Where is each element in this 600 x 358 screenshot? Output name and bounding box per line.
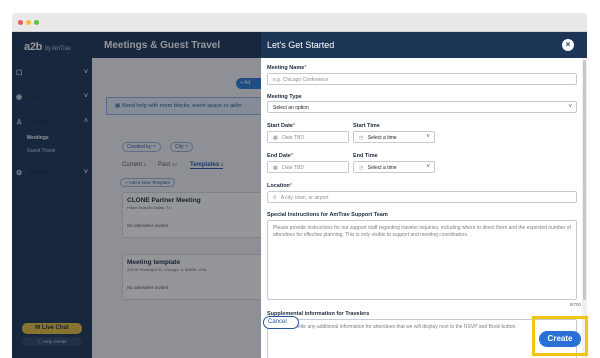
close-window-dot[interactable]: [18, 20, 23, 25]
calendar-icon: ▦: [273, 165, 278, 171]
panel-scroll-thumb[interactable]: [583, 60, 586, 300]
meeting-name-label: Meeting Name*: [267, 65, 307, 71]
clock-icon: ◷: [359, 135, 364, 141]
meeting-name-input[interactable]: e.g. Chicago Conference: [267, 73, 577, 85]
chevron-down-icon: ˅: [426, 134, 430, 140]
cancel-button[interactable]: Cancel: [263, 316, 299, 329]
start-date-label: Start Date*: [267, 123, 296, 129]
location-label: Location*: [267, 183, 293, 189]
start-time-select[interactable]: ◷ Select a time ˅: [353, 131, 435, 143]
calendar-icon: ▦: [273, 135, 278, 141]
meeting-type-label: Meeting Type: [267, 94, 302, 100]
special-instructions-textarea[interactable]: Please provide instructions for our supp…: [267, 220, 577, 300]
modal-backdrop[interactable]: [12, 32, 261, 358]
chevron-down-icon: ˅: [568, 104, 572, 110]
end-time-label: End Time: [353, 153, 378, 159]
minimize-window-dot[interactable]: [26, 20, 31, 25]
location-pin-icon: ⚲: [273, 195, 277, 201]
clock-icon: ◷: [359, 165, 364, 171]
window-titlebar: [12, 13, 587, 32]
panel-title: Let's Get Started: [267, 40, 335, 50]
start-date-input[interactable]: ▦ Date TBD: [267, 131, 349, 143]
close-icon[interactable]: ×: [562, 39, 574, 51]
panel-header: Let's Get Started ×: [261, 32, 587, 58]
meeting-type-select[interactable]: Select an option ˅: [267, 101, 577, 113]
lets-get-started-panel: Let's Get Started × Meeting Name* e.g. C…: [261, 32, 587, 358]
maximize-window-dot[interactable]: [34, 20, 39, 25]
special-instructions-label: Special Instructions for AmTrav Support …: [267, 212, 388, 218]
chevron-down-icon: ˅: [426, 164, 430, 170]
create-button[interactable]: Create: [539, 331, 581, 347]
end-time-select[interactable]: ◷ Select a time ˅: [353, 161, 435, 173]
supplemental-info-textarea[interactable]: Please provide any additional informatio…: [267, 319, 577, 358]
location-input[interactable]: ⚲ A city, town, or airport: [267, 191, 577, 203]
app-window: a2b by AmTrav ☐ GO ˅ ◉ SEE ˅ ♙ GATHER ˄ …: [12, 13, 587, 358]
character-counter: 0/700: [569, 302, 581, 307]
end-date-input[interactable]: ▦ Date TBD: [267, 161, 349, 173]
end-date-label: End Date*: [267, 153, 293, 159]
start-time-label: Start Time: [353, 123, 380, 129]
